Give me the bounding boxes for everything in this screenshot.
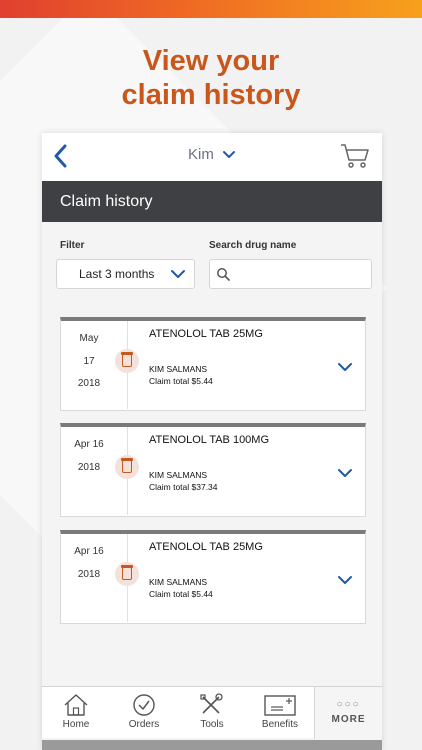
bottom-tab-bar: Home Orders Tools Benefits ○○○ MORE: [42, 686, 382, 739]
page-title: Claim history: [42, 181, 382, 222]
search-label: Search drug name: [209, 240, 297, 251]
tab-orders-label: Orders: [128, 719, 160, 730]
claim-date-month-day: Apr 16: [74, 439, 104, 450]
claim-patient-name: KIM SALMANS: [149, 364, 208, 374]
app-header: Kim: [42, 133, 382, 181]
search-icon: [217, 268, 230, 281]
claim-date-year: 2018: [77, 569, 101, 580]
claim-card[interactable]: Apr 16 2018 ATENOLOL TAB 25MG KIM SALMAN…: [60, 530, 366, 624]
tab-home-label: Home: [62, 719, 90, 730]
app-screen: Kim Claim history Filter Search drug nam…: [42, 133, 382, 750]
claim-drug-name: ATENOLOL TAB 25MG: [149, 541, 263, 553]
search-drug-field[interactable]: [209, 259, 372, 289]
claim-date-year: 2018: [77, 462, 101, 473]
prescription-bottle-icon: [115, 455, 139, 479]
filter-dropdown[interactable]: Last 3 months: [56, 259, 195, 289]
device-bottom-edge: [42, 740, 382, 750]
search-input[interactable]: [234, 264, 366, 284]
tab-tools-label: Tools: [200, 719, 224, 730]
claim-card[interactable]: May 17 2018 ATENOLOL TAB 25MG KIM SALMAN…: [60, 317, 366, 411]
tab-more[interactable]: ○○○ MORE: [314, 687, 382, 739]
chevron-down-icon[interactable]: [337, 574, 353, 586]
cart-button[interactable]: [340, 143, 370, 174]
chevron-down-icon: [223, 151, 235, 159]
tab-benefits-label: Benefits: [261, 719, 299, 730]
claim-card[interactable]: Apr 16 2018 ATENOLOL TAB 100MG KIM SALMA…: [60, 423, 366, 517]
top-gradient-stripe: [0, 0, 422, 18]
user-switcher[interactable]: Kim: [42, 146, 382, 163]
promo-headline: View your claim history: [0, 44, 422, 112]
claim-date-day: 17: [83, 356, 95, 367]
filter-value: Last 3 months: [79, 267, 155, 281]
tab-tools[interactable]: Tools: [178, 687, 246, 739]
tab-benefits[interactable]: Benefits: [246, 687, 314, 739]
home-icon: [64, 694, 88, 716]
chevron-down-icon: [171, 270, 185, 278]
benefits-card-icon: [264, 695, 296, 716]
chevron-down-icon[interactable]: [337, 467, 353, 479]
filter-label: Filter: [60, 240, 85, 251]
prescription-bottle-icon: [115, 562, 139, 586]
claim-total: Claim total $37.34: [149, 482, 218, 492]
promo-headline-line2: claim history: [121, 79, 301, 111]
more-dots-icon: ○○○: [336, 699, 361, 710]
tab-more-label: MORE: [331, 714, 366, 725]
tab-home[interactable]: Home: [42, 687, 110, 739]
promo-headline-line1: View your: [142, 45, 280, 77]
claim-total: Claim total $5.44: [149, 376, 213, 386]
claim-patient-name: KIM SALMANS: [149, 470, 208, 480]
claim-total: Claim total $5.44: [149, 589, 213, 599]
checkmark-circle-icon: [133, 694, 155, 716]
claim-date-month: May: [79, 333, 99, 344]
claim-drug-name: ATENOLOL TAB 25MG: [149, 328, 263, 340]
claim-date-year: 2018: [77, 378, 101, 389]
tab-orders[interactable]: Orders: [110, 687, 178, 739]
claim-drug-name: ATENOLOL TAB 100MG: [149, 434, 270, 446]
prescription-bottle-icon: [115, 349, 139, 373]
claim-patient-name: KIM SALMANS: [149, 577, 208, 587]
user-name: Kim: [187, 146, 214, 163]
chevron-down-icon[interactable]: [337, 361, 353, 373]
claim-date-month-day: Apr 16: [74, 546, 104, 557]
cart-icon: [341, 144, 369, 168]
tools-icon: [200, 693, 223, 714]
